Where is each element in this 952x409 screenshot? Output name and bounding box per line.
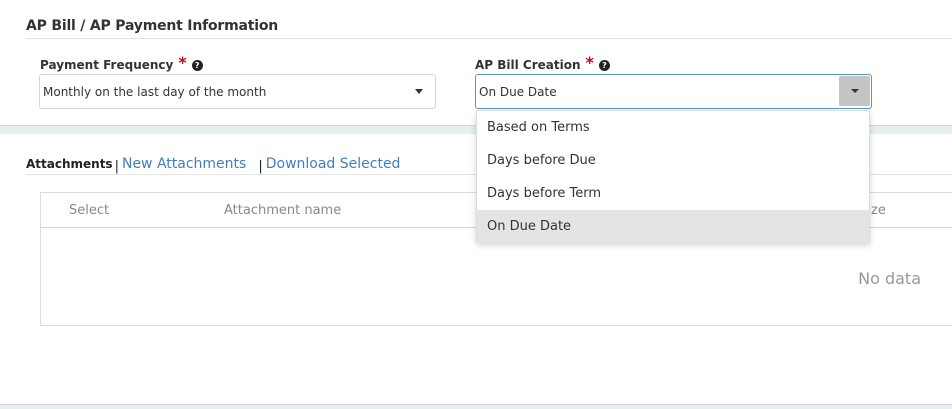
dropdown-option[interactable]: Days before Term — [477, 177, 869, 210]
tab-attachments[interactable]: Attachments — [26, 157, 113, 171]
toolbar-separator: | — [258, 159, 263, 174]
question-circle-icon[interactable]: ? — [191, 59, 203, 71]
attachments-toolbar: Attachments | New Attachments | Download… — [26, 156, 401, 174]
payment-frequency-label: Payment Frequency — [40, 58, 174, 72]
ap-bill-creation-value: On Due Date — [479, 84, 557, 99]
dropdown-option-selected[interactable]: On Due Date — [477, 210, 869, 243]
payment-frequency-value: Monthly on the last day of the month — [43, 84, 267, 99]
ap-bill-creation-select[interactable]: On Due Date — [475, 74, 872, 109]
payment-frequency-select[interactable]: Monthly on the last day of the month — [39, 74, 436, 109]
section-title: AP Bill / AP Payment Information — [26, 18, 279, 34]
empty-state-text: No data — [858, 269, 921, 288]
ap-bill-creation-dropdown: Based on Terms Days before Due Days befo… — [476, 110, 870, 243]
dropdown-option[interactable]: Days before Due — [477, 144, 869, 177]
required-asterisk: * — [585, 53, 594, 72]
ap-bill-creation-label: AP Bill Creation — [475, 58, 581, 72]
ap-bill-creation-label-group: AP Bill Creation * ? — [475, 53, 610, 72]
dropdown-option[interactable]: Based on Terms — [477, 111, 869, 144]
download-selected-link[interactable]: Download Selected — [266, 156, 401, 172]
required-asterisk: * — [178, 53, 187, 72]
column-header-attachment-name[interactable]: Attachment name — [224, 203, 341, 218]
toolbar-separator: | — [114, 159, 119, 174]
column-header-select[interactable]: Select — [69, 203, 109, 218]
payment-frequency-label-group: Payment Frequency * ? — [40, 53, 203, 72]
new-attachments-link[interactable]: New Attachments — [122, 156, 246, 172]
question-circle-icon[interactable]: ? — [598, 59, 610, 71]
column-header-size[interactable]: ze — [871, 203, 886, 218]
chevron-down-icon — [415, 89, 423, 94]
section-divider — [26, 38, 952, 39]
chevron-down-icon — [851, 89, 859, 93]
dropdown-toggle-button[interactable] — [839, 76, 870, 106]
bottom-separator — [0, 404, 952, 409]
